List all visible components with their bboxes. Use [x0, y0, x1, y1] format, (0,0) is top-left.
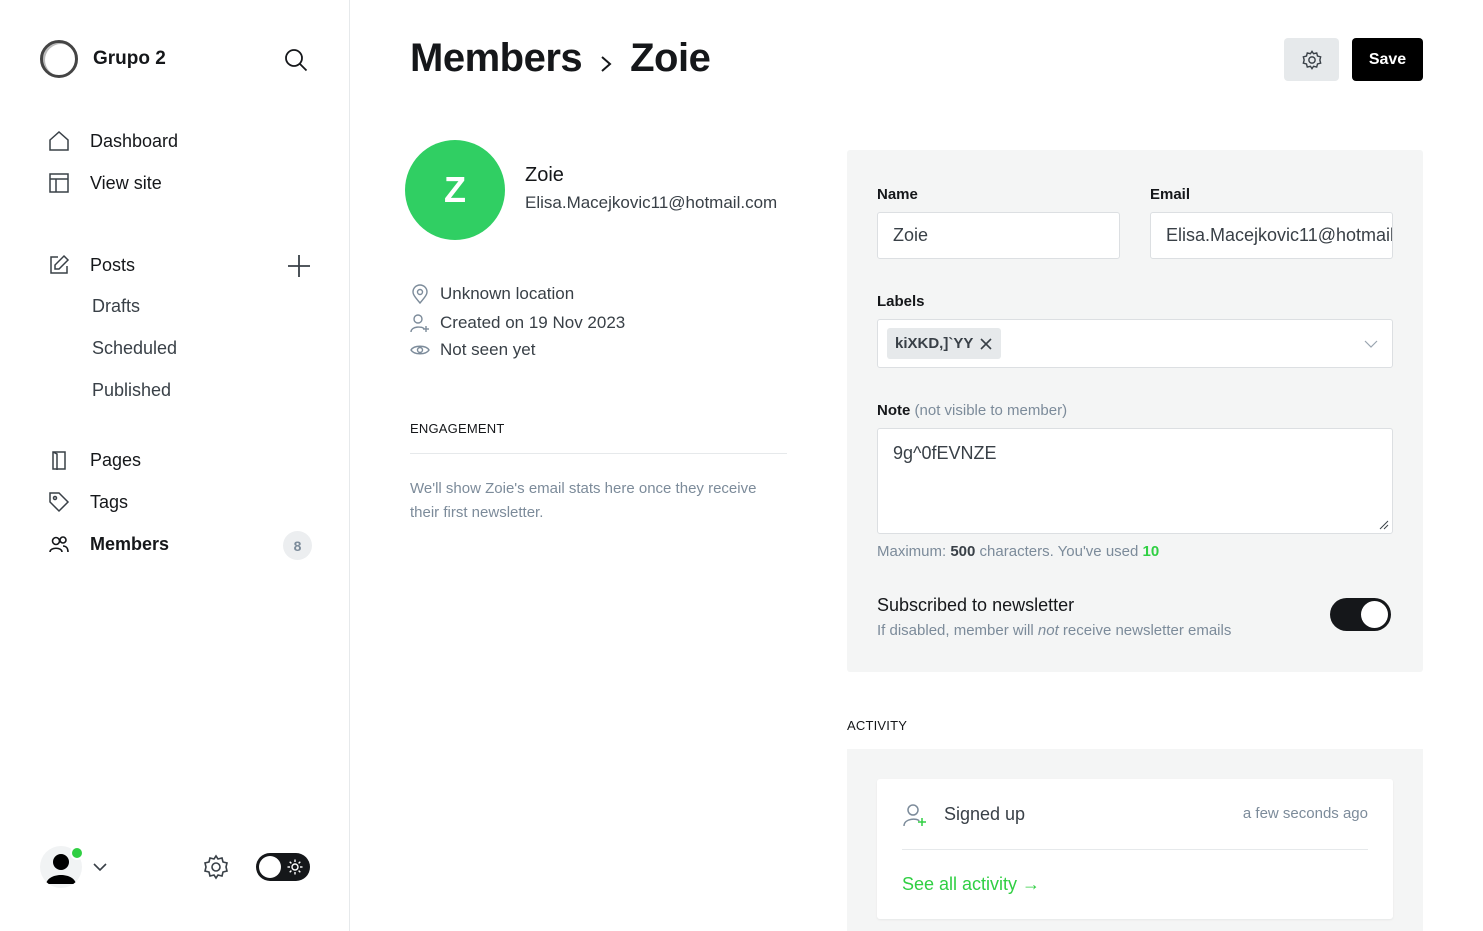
- email-field[interactable]: Elisa.Macejkovic11@hotmail.com: [1150, 212, 1393, 259]
- activity-item-label: Signed up: [944, 804, 1026, 824]
- engagement-divider: [410, 453, 787, 454]
- user-add-icon: [410, 313, 430, 333]
- newsletter-desc-em: not: [1037, 622, 1059, 639]
- member-avatar: Z: [405, 140, 505, 240]
- save-button[interactable]: Save: [1352, 38, 1423, 81]
- newsletter-description: If disabled, member will not receive new…: [877, 622, 1231, 639]
- note-max: 500: [950, 543, 976, 560]
- sidebar: Grupo 2 Dashboard View site Posts Drafts…: [0, 0, 350, 931]
- engagement-title: ENGAGEMENT: [410, 421, 505, 436]
- nav-tags-label: Tags: [90, 491, 129, 512]
- newsletter-toggle[interactable]: [1330, 598, 1391, 631]
- note-used: 10: [1142, 543, 1160, 560]
- chevron-down-icon[interactable]: [92, 860, 108, 874]
- site-logo: [40, 40, 78, 78]
- nav-pages-label: Pages: [90, 449, 142, 470]
- gear-icon: [1301, 49, 1322, 70]
- activity-card: Signed up a few seconds ago See all acti…: [877, 779, 1393, 919]
- nav-posts[interactable]: Posts: [47, 253, 135, 277]
- note-max-prefix: Maximum:: [877, 543, 951, 560]
- nav-view-site-label: View site: [90, 172, 162, 193]
- resize-grip-icon[interactable]: [1379, 520, 1389, 530]
- nav-pages[interactable]: Pages: [47, 448, 141, 472]
- page-icon: [47, 448, 71, 472]
- member-created-text: Created on 19 Nov 2023: [440, 313, 626, 332]
- add-post-icon[interactable]: [286, 253, 312, 279]
- activity-title: ACTIVITY: [847, 718, 908, 733]
- members-icon: [47, 532, 71, 556]
- member-location: Unknown location: [410, 284, 574, 304]
- close-icon[interactable]: [980, 337, 992, 350]
- member-name: Zoie: [525, 164, 564, 186]
- theme-toggle[interactable]: [256, 853, 310, 881]
- engagement-text: We'll show Zoie's email stats here once …: [410, 480, 757, 521]
- breadcrumb: Members Zoie: [410, 36, 711, 81]
- sun-icon: [287, 859, 303, 875]
- tag-icon: [47, 490, 71, 514]
- online-status-dot: [70, 846, 84, 860]
- nav-published[interactable]: Published: [92, 380, 171, 401]
- member-email: Elisa.Macejkovic11@hotmail.com: [525, 193, 778, 212]
- member-settings-button[interactable]: [1284, 38, 1339, 81]
- member-created: Created on 19 Nov 2023: [410, 313, 625, 333]
- note-label-text: Note: [877, 402, 911, 419]
- nav-view-site[interactable]: View site: [47, 171, 162, 195]
- newsletter-title: Subscribed to newsletter: [877, 595, 1075, 615]
- activity-item-time: a few seconds ago: [1242, 805, 1368, 822]
- label-chip: kiXKD,]`YY: [887, 328, 1002, 359]
- gear-icon[interactable]: [202, 853, 230, 881]
- members-count-badge: 8: [283, 531, 312, 560]
- nav-scheduled[interactable]: Scheduled: [92, 338, 177, 359]
- member-last-seen-text: Not seen yet: [440, 340, 536, 359]
- eye-icon: [410, 340, 430, 360]
- activity-divider: [902, 849, 1368, 850]
- note-used-prefix: characters. You've used: [975, 543, 1143, 560]
- labels-select[interactable]: kiXKD,]`YY: [877, 319, 1393, 368]
- note-char-count: Maximum: 500 characters. You've used 10: [877, 543, 1159, 560]
- member-last-seen: Not seen yet: [410, 340, 535, 360]
- note-textarea[interactable]: 9g^0fEVNZE: [877, 428, 1393, 534]
- chevron-right-icon: [601, 55, 612, 72]
- chevron-down-icon[interactable]: [1364, 338, 1378, 350]
- user-add-icon: [903, 804, 926, 827]
- newsletter-desc-1: If disabled, member will: [877, 622, 1038, 639]
- home-icon: [47, 129, 71, 153]
- name-field[interactable]: Zoie: [877, 212, 1120, 259]
- search-icon[interactable]: [283, 47, 309, 73]
- label-chip-text: kiXKD,]`YY: [895, 335, 974, 352]
- site-name: Grupo 2: [93, 48, 166, 69]
- note-label-hint: (not visible to member): [914, 402, 1068, 419]
- labels-label: Labels: [877, 293, 925, 310]
- nav-posts-label: Posts: [90, 254, 136, 275]
- nav-dashboard[interactable]: Dashboard: [47, 129, 178, 153]
- location-pin-icon: [410, 284, 430, 304]
- breadcrumb-parent[interactable]: Members: [410, 36, 583, 81]
- name-label: Name: [877, 186, 918, 203]
- theme-toggle-knob: [259, 856, 281, 878]
- nav-members-label: Members: [90, 533, 170, 554]
- layout-icon: [47, 171, 71, 195]
- see-all-activity-link[interactable]: See all activity →: [902, 874, 1040, 895]
- nav-tags[interactable]: Tags: [47, 490, 128, 514]
- nav-members[interactable]: Members: [47, 532, 169, 556]
- note-label: Note (not visible to member): [877, 402, 1067, 419]
- nav-drafts[interactable]: Drafts: [92, 296, 140, 317]
- edit-icon: [47, 253, 71, 277]
- nav-dashboard-label: Dashboard: [90, 130, 179, 151]
- breadcrumb-current: Zoie: [630, 36, 711, 80]
- note-value: 9g^0fEVNZE: [893, 443, 997, 463]
- site-brand[interactable]: Grupo 2: [40, 40, 166, 78]
- newsletter-desc-2: receive newsletter emails: [1058, 622, 1232, 639]
- member-location-text: Unknown location: [440, 284, 575, 303]
- email-label: Email: [1150, 186, 1191, 203]
- newsletter-toggle-knob: [1361, 601, 1388, 628]
